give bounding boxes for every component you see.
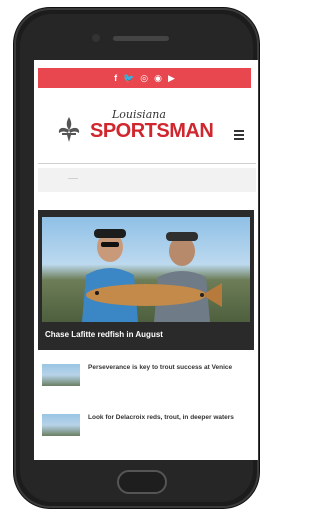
social-bar: f 🐦 ◎ ◉ ▶ <box>38 68 251 88</box>
hero-photo <box>42 217 250 322</box>
fleur-de-lis-icon <box>58 117 80 142</box>
article-item[interactable]: Perseverance is key to trout success at … <box>38 362 254 392</box>
article-title[interactable]: Look for Delacroix reds, trout, in deepe… <box>88 414 254 422</box>
header-divider <box>38 163 256 164</box>
article-item[interactable]: Look for Delacroix reds, trout, in deepe… <box>38 412 254 442</box>
hero-card[interactable]: Chase Lafitte redfish in August <box>38 210 254 350</box>
hero-photo-illustration <box>82 229 222 322</box>
site-logo[interactable]: Louisiana SPORTSMAN <box>54 108 234 148</box>
twitter-icon[interactable]: 🐦 <box>123 73 134 83</box>
facebook-icon[interactable]: f <box>114 73 117 83</box>
pinterest-icon[interactable]: ◉ <box>154 73 162 83</box>
camera-icon <box>92 34 100 42</box>
instagram-icon[interactable]: ◎ <box>140 73 148 83</box>
hamburger-menu-icon[interactable] <box>234 130 244 140</box>
article-title[interactable]: Perseverance is key to trout success at … <box>88 364 254 372</box>
article-thumbnail[interactable] <box>42 364 80 386</box>
youtube-icon[interactable]: ▶ <box>168 73 175 83</box>
hero-caption[interactable]: Chase Lafitte redfish in August <box>45 330 163 339</box>
search-placeholder: —— <box>68 176 78 182</box>
home-button[interactable] <box>117 470 167 494</box>
speaker-grille <box>113 36 169 41</box>
logo-wordmark: SPORTSMAN <box>90 120 214 142</box>
article-thumbnail[interactable] <box>42 414 80 436</box>
phone-screen: f 🐦 ◎ ◉ ▶ Louisiana SPORTSMAN —— Chase L… <box>34 60 258 460</box>
search-bar[interactable]: —— <box>38 168 256 192</box>
